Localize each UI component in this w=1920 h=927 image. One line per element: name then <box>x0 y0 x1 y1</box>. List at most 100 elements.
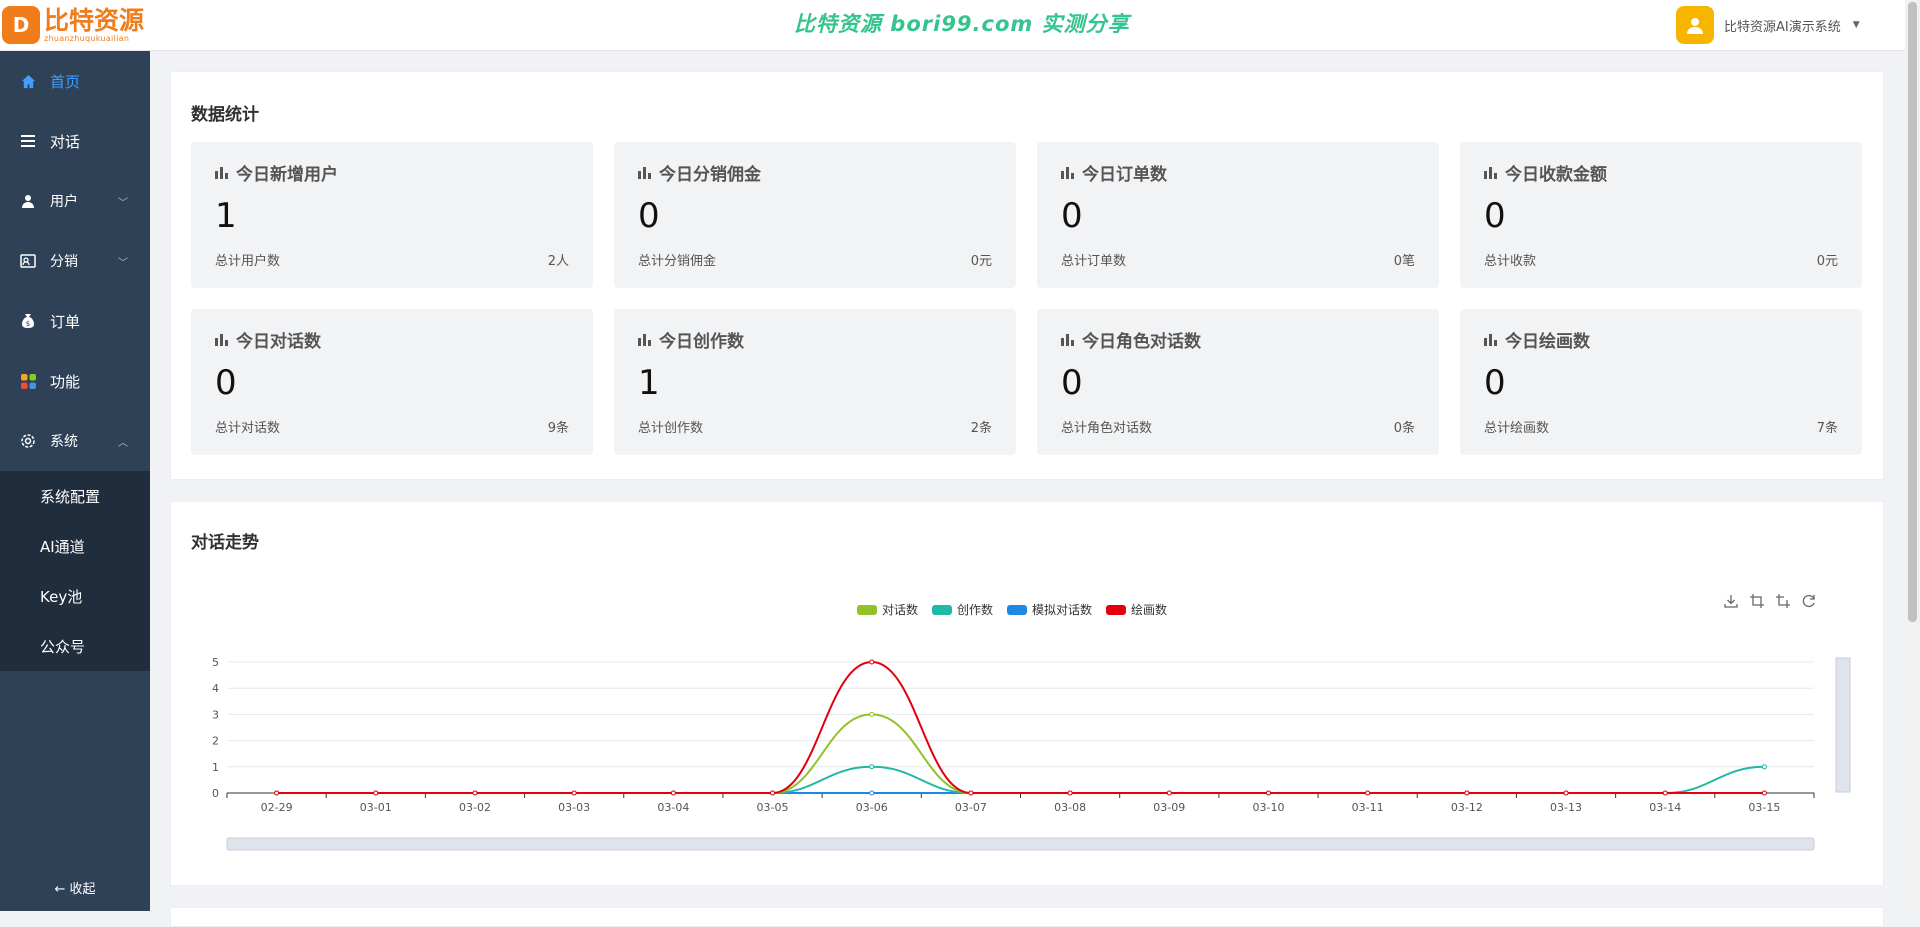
data-point <box>472 790 478 796</box>
stat-total-label: 总计对话数 <box>215 421 281 436</box>
series-line <box>276 713 1765 794</box>
bar-chart-icon <box>215 333 228 346</box>
data-point <box>1662 790 1668 796</box>
stat-title: 今日新增用户 <box>215 160 338 185</box>
y-tick-label: 4 <box>212 682 219 695</box>
chevron-down-icon: ﹀ <box>118 257 128 269</box>
sidebar-item-distribution[interactable]: 分销 ﹀ <box>0 231 150 291</box>
grid-icon <box>20 373 36 389</box>
stat-title: 今日收款金额 <box>1484 160 1607 185</box>
page-scrollbar[interactable] <box>1905 0 1920 911</box>
x-tick-label: 03-01 <box>360 801 392 814</box>
bar-chart-icon <box>1484 166 1497 179</box>
sidebar-item-chat[interactable]: 对话 <box>0 111 150 171</box>
bar-chart-icon <box>638 333 651 346</box>
sidebar-item-label: 首页 <box>50 72 81 91</box>
caret-down-icon[interactable]: ▼ <box>1853 20 1860 30</box>
bar-chart-icon <box>1061 333 1074 346</box>
x-tick-label: 03-13 <box>1550 801 1582 814</box>
stat-card: 今日分销佣金 0 总计分销佣金 0元 <box>614 142 1016 288</box>
stat-total-value: 2条 <box>970 421 992 436</box>
stat-title-text: 今日分销佣金 <box>659 165 761 185</box>
x-tick-label: 03-08 <box>1054 801 1086 814</box>
chevron-up-icon: ︿ <box>118 437 128 449</box>
stat-value: 0 <box>1061 196 1083 236</box>
x-zoom-slider <box>226 837 1815 851</box>
stat-card: 今日角色对话数 0 总计角色对话数 0条 <box>1037 309 1439 455</box>
svg-text:$: $ <box>26 320 30 328</box>
stat-card: 今日绘画数 0 总计绘画数 7条 <box>1460 309 1862 455</box>
trend-chart: 0 1 2 3 4 5 02-29 03-01 03-02 03-03 03-04 03-05 03-0… <box>212 656 1851 851</box>
submenu-item-system-config[interactable]: 系统配置 <box>0 471 150 521</box>
x-tick-label: 02-29 <box>261 801 293 814</box>
stats-card: 数据统计 今日新增用户 1 总计用户数 2人 今日分销佣金 0 总计分销佣金 0元 今日订单数 0… <box>170 71 1884 480</box>
user-name: 比特资源AI演示系统 <box>1724 19 1841 35</box>
x-tick-label: 03-02 <box>459 801 491 814</box>
x-tick-label: 03-04 <box>657 801 689 814</box>
stats-title: 数据统计 <box>191 105 259 125</box>
chevron-down-icon: ﹀ <box>118 197 128 209</box>
stat-value: 0 <box>215 363 237 403</box>
sidebar-item-home[interactable]: 首页 <box>0 51 150 111</box>
submenu-item-key-pool[interactable]: Key池 <box>0 571 150 621</box>
stat-value: 1 <box>215 196 237 236</box>
y-tick-label: 3 <box>212 708 219 721</box>
top-header: D 比特资源 zhuanzhuqukuailian 比特资源 bori99.co… <box>0 0 1920 51</box>
data-point <box>1265 790 1271 796</box>
data-point <box>274 790 280 796</box>
submenu-item-official-account[interactable]: 公众号 <box>0 621 150 671</box>
data-point <box>869 711 875 717</box>
stat-total-value: 0元 <box>970 254 992 269</box>
x-tick-label: 03-06 <box>856 801 888 814</box>
x-tick-label: 03-05 <box>757 801 789 814</box>
user-avatar-icon <box>1687 18 1703 34</box>
logo-badge: D <box>2 6 40 44</box>
y-tick-label: 2 <box>212 735 219 748</box>
sidebar-item-label: 功能 <box>50 372 81 391</box>
data-point <box>1365 790 1371 796</box>
logo[interactable]: D 比特资源 zhuanzhuqukuailian <box>0 5 150 45</box>
gear-icon <box>20 433 36 449</box>
stat-total-label: 总计创作数 <box>638 421 704 436</box>
x-tick-label: 03-09 <box>1153 801 1185 814</box>
sidebar: 首页 对话 用户 ﹀ 分销 ﹀ $ 订单 功能 系统 ︿ 系统配置 AI通道 K… <box>0 51 150 911</box>
stat-title: 今日订单数 <box>1061 160 1167 185</box>
system-submenu: 系统配置 AI通道 Key池 公众号 <box>0 471 150 671</box>
x-tick-label: 03-12 <box>1451 801 1483 814</box>
stat-title-text: 今日收款金额 <box>1505 165 1607 185</box>
data-point <box>1761 764 1767 770</box>
series-line <box>276 660 1765 794</box>
stat-total-value: 0条 <box>1393 421 1415 436</box>
stat-value: 0 <box>1061 363 1083 403</box>
data-point <box>869 764 875 770</box>
stat-title: 今日角色对话数 <box>1061 327 1201 352</box>
stat-title-text: 今日创作数 <box>659 332 744 352</box>
sidebar-item-features[interactable]: 功能 <box>0 351 150 411</box>
sidebar-item-orders[interactable]: $ 订单 <box>0 291 150 351</box>
avatar[interactable] <box>1676 6 1714 44</box>
sidebar-item-system[interactable]: 系统 ︿ <box>0 411 150 471</box>
stat-title: 今日分销佣金 <box>638 160 761 185</box>
data-point <box>1067 790 1073 796</box>
user-menu[interactable]: 比特资源AI演示系统 ▼ <box>1676 5 1860 45</box>
bar-chart-icon <box>215 166 228 179</box>
stat-total-value: 9条 <box>547 421 569 436</box>
sidebar-item-label: 对话 <box>50 132 81 151</box>
stat-title-text: 今日绘画数 <box>1505 332 1590 352</box>
scroll-thumb[interactable] <box>1908 2 1917 622</box>
x-tick-label: 03-14 <box>1649 801 1681 814</box>
stat-total-value: 2人 <box>547 254 569 269</box>
stat-value: 0 <box>638 196 660 236</box>
sidebar-item-label: 用户 <box>50 194 78 210</box>
header-banner: 比特资源 bori99.com 实测分享 <box>794 12 1130 36</box>
collapse-button[interactable]: ← 收起 <box>0 878 150 897</box>
stat-card: 今日订单数 0 总计订单数 0笔 <box>1037 142 1439 288</box>
stat-title-text: 今日新增用户 <box>236 165 338 185</box>
sidebar-item-users[interactable]: 用户 ﹀ <box>0 171 150 231</box>
submenu-item-ai-channel[interactable]: AI通道 <box>0 521 150 571</box>
y-zoom-slider <box>1835 657 1851 793</box>
data-point <box>1166 790 1172 796</box>
stat-total-label: 总计订单数 <box>1061 254 1127 269</box>
data-point <box>1563 790 1569 796</box>
stat-total-label: 总计收款 <box>1484 254 1537 269</box>
